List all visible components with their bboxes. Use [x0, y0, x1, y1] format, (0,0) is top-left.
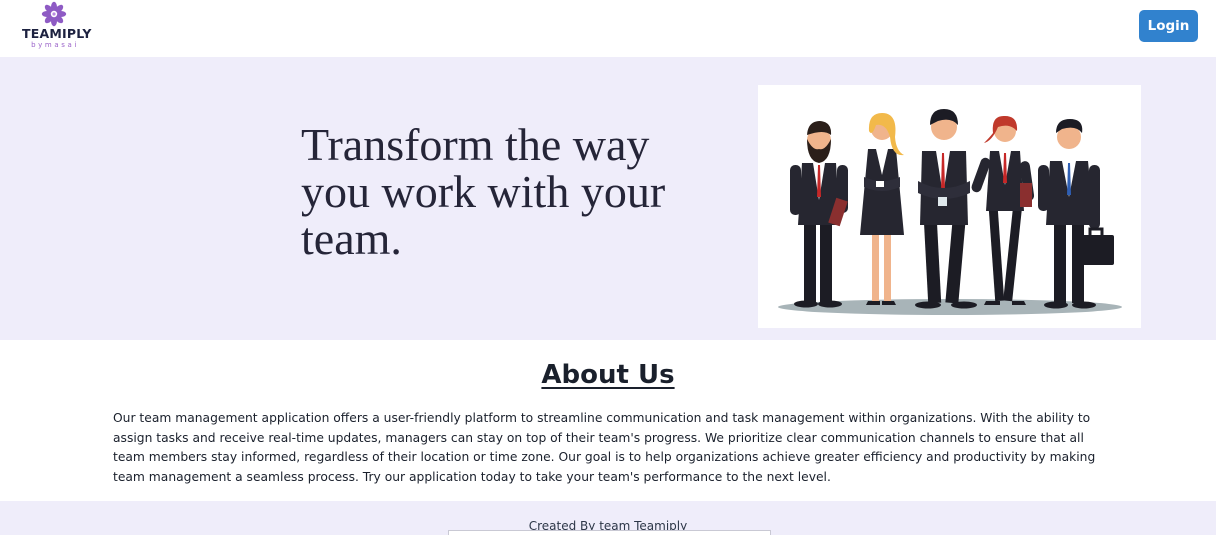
- login-button[interactable]: Login: [1139, 10, 1198, 42]
- logo-subtext: bymasai: [31, 41, 79, 49]
- hero-title: Transform the way you work with your tea…: [301, 119, 666, 264]
- flower-logo-icon: [41, 1, 67, 27]
- person-redhead-woman: [971, 115, 1035, 305]
- person-bearded-man: [790, 121, 848, 308]
- person-briefcase-man: [1038, 119, 1114, 309]
- teamiply-logo[interactable]: TEAMIPLY bymasai: [20, 0, 92, 52]
- person-center-man: [915, 109, 977, 309]
- person-blonde-woman: [860, 113, 904, 305]
- hero-section: Transform the way you work with your tea…: [0, 57, 1216, 340]
- top-navbar: TEAMIPLY bymasai Login: [0, 0, 1216, 57]
- footer: Created By team Teamiply: [0, 501, 1216, 535]
- about-section: About Us Our team management application…: [0, 340, 1216, 501]
- business-team-illustration: [758, 85, 1141, 328]
- about-title: About Us: [541, 360, 675, 390]
- team-illustration-svg: [778, 109, 1122, 315]
- about-description: Our team management application offers a…: [113, 411, 1096, 484]
- footer-content-box: [448, 530, 771, 535]
- logo-wordmark: TEAMIPLY: [22, 26, 92, 41]
